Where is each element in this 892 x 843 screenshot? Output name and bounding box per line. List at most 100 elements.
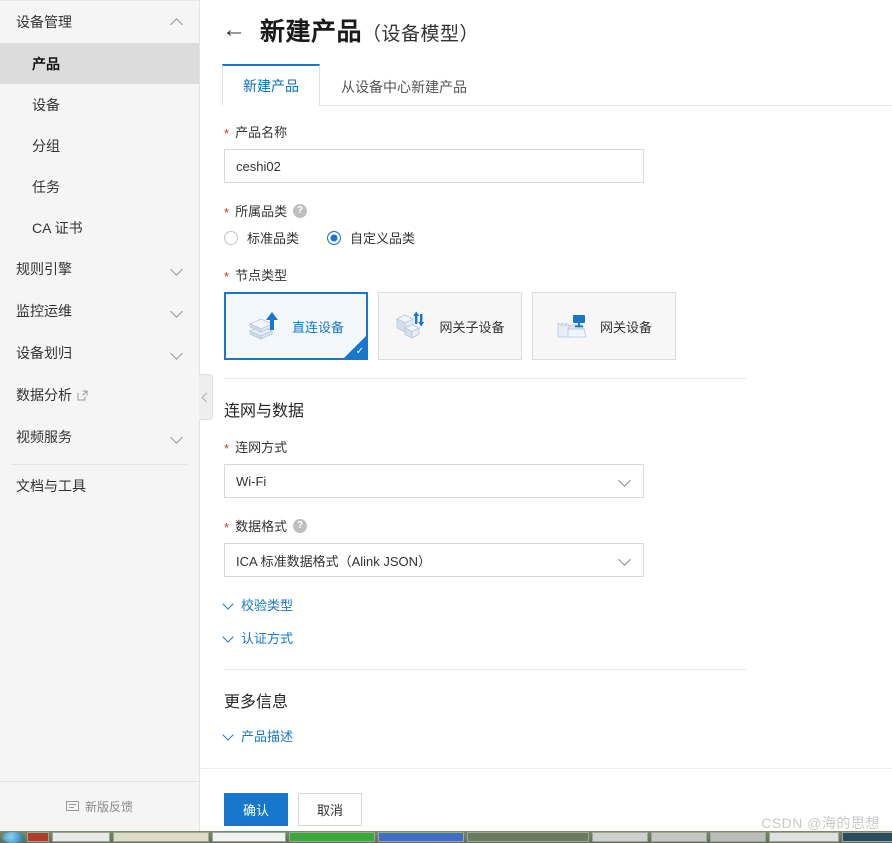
sidebar-group-label: 设备管理 (16, 14, 72, 30)
start-button-icon[interactable] (2, 831, 24, 843)
sidebar-group-label: 视频服务 (16, 429, 72, 445)
radio-label: 自定义品类 (350, 231, 416, 246)
node-type-card-group: 直连设备 ✓ 网关子设备 网关设备 (224, 292, 892, 360)
required-marker: * (224, 441, 230, 456)
sidebar-item-task[interactable]: 任务 (0, 166, 199, 207)
sidebar-group-label-wrap: 数据分析 (16, 385, 88, 405)
cancel-button[interactable]: 取消 (298, 793, 363, 826)
collapsible-label: 校验类型 (241, 598, 294, 613)
sidebar-group-label-wrap: 监控运维 (16, 301, 72, 321)
taskbar-item[interactable] (467, 832, 589, 842)
chevron-down-icon (224, 730, 235, 741)
chevron-down-icon (224, 599, 235, 610)
field-category: * 所属品类 ? 标准品类 自定义品类 (224, 201, 892, 247)
sidebar-item-product[interactable]: 产品 (0, 43, 199, 84)
radio-standard-category[interactable]: 标准品类 (224, 228, 299, 247)
sidebar-group-device-assignment[interactable]: 设备划归 (0, 332, 199, 374)
radio-circle-selected-icon (327, 230, 342, 245)
chevron-down-icon (171, 305, 183, 317)
sidebar-item-label: CA 证书 (32, 219, 83, 236)
watermark: CSDN @海的思想 (761, 815, 880, 831)
new-version-feedback-button[interactable]: 新版反馈 (0, 781, 199, 831)
node-type-label-row: * 节点类型 (224, 265, 892, 284)
node-type-label: 节点类型 (235, 268, 288, 283)
page-title: 新建产品（设备模型） (260, 12, 479, 48)
sidebar-nav: 设备管理 产品 设备 分组 任务 CA 证书 规则引擎 监控运维 设备划归 数据… (0, 1, 199, 781)
data-format-select[interactable]: ICA 标准数据格式（Alink JSON） (224, 543, 644, 577)
taskbar-item[interactable] (769, 832, 839, 842)
product-name-label-row: * 产品名称 (224, 122, 892, 141)
taskbar-item[interactable] (52, 832, 110, 842)
connect-method-label-row: * 连网方式 (224, 437, 892, 456)
data-format-value: ICA 标准数据格式（Alink JSON） (236, 553, 432, 569)
tab-new-from-device-center[interactable]: 从设备中心新建产品 (320, 66, 488, 106)
gateway-subdevice-icon (395, 311, 429, 341)
sidebar-group-device-management[interactable]: 设备管理 (0, 1, 199, 43)
sidebar-item-label: 产品 (32, 55, 60, 72)
sidebar-collapse-handle[interactable] (199, 374, 213, 420)
taskbar-item[interactable] (651, 832, 707, 842)
taskbar-item[interactable] (378, 832, 464, 842)
taskbar-item[interactable] (289, 832, 375, 842)
collapsible-verification-type[interactable]: 校验类型 (224, 595, 293, 614)
sidebar-item-group[interactable]: 分组 (0, 125, 199, 166)
page-title-sub: （设备模型） (362, 24, 480, 45)
section-divider-network (224, 378, 746, 379)
data-format-label-row: * 数据格式 ? (224, 516, 892, 535)
radio-label: 标准品类 (247, 231, 300, 246)
required-marker: * (224, 269, 230, 284)
sidebar-group-docs-tools[interactable]: 文档与工具 (0, 465, 199, 507)
confirm-button[interactable]: 确认 (224, 793, 289, 826)
category-radio-group: 标准品类 自定义品类 (224, 228, 892, 247)
field-data-format: * 数据格式 ? ICA 标准数据格式（Alink JSON） (224, 516, 892, 577)
check-icon: ✓ (355, 346, 364, 357)
sidebar-item-ca-certificate[interactable]: CA 证书 (0, 207, 199, 248)
section-divider-more (224, 669, 746, 670)
taskbar-item[interactable] (592, 832, 648, 842)
sidebar-group-rule-engine[interactable]: 规则引擎 (0, 248, 199, 290)
taskbar-item[interactable] (113, 832, 209, 842)
card-direct-device[interactable]: 直连设备 ✓ (224, 292, 368, 360)
radio-custom-category[interactable]: 自定义品类 (327, 228, 415, 247)
chevron-down-icon (620, 554, 632, 566)
sidebar-group-label: 监控运维 (16, 303, 72, 319)
card-label: 网关子设备 (439, 319, 505, 335)
tab-new-product[interactable]: 新建产品 (222, 64, 320, 106)
connect-method-value: Wi-Fi (236, 473, 267, 489)
question-mark-icon[interactable]: ? (293, 518, 308, 533)
sidebar-group-data-analysis[interactable]: 数据分析 (0, 374, 199, 416)
question-mark-icon[interactable]: ? (293, 203, 308, 218)
page-header: ← 新建产品（设备模型） (201, 0, 892, 48)
sidebar-group-label-wrap: 设备划归 (16, 343, 72, 363)
sidebar-group-video-service[interactable]: 视频服务 (0, 416, 199, 458)
product-name-label: 产品名称 (235, 125, 288, 140)
main-content: ← 新建产品（设备模型） 新建产品 从设备中心新建产品 * 产品名称 ceshi… (201, 0, 892, 831)
taskbar-item[interactable] (27, 832, 49, 842)
taskbar-item[interactable] (842, 832, 892, 842)
sidebar-group-label: 数据分析 (16, 387, 72, 403)
category-label: 所属品类 (235, 204, 288, 219)
taskbar-item[interactable] (212, 832, 286, 842)
category-label-row: * 所属品类 ? (224, 201, 892, 220)
sidebar-item-label: 分组 (32, 137, 60, 154)
sidebar-item-label: 设备 (32, 96, 60, 113)
connect-method-select[interactable]: Wi-Fi (224, 464, 644, 498)
tab-label: 从设备中心新建产品 (341, 79, 467, 95)
field-node-type: * 节点类型 直连设备 ✓ 网关子设备 网关设备 (224, 265, 892, 360)
chevron-down-icon (171, 431, 183, 443)
chevron-down-icon (171, 347, 183, 359)
connect-method-label: 连网方式 (235, 440, 288, 455)
product-name-input[interactable] (224, 149, 644, 183)
taskbar-item[interactable] (710, 832, 766, 842)
card-gateway-subdevice[interactable]: 网关子设备 (378, 292, 522, 360)
card-gateway-device[interactable]: 网关设备 (532, 292, 676, 360)
sidebar-group-monitoring[interactable]: 监控运维 (0, 290, 199, 332)
back-arrow-icon[interactable]: ← (222, 18, 246, 42)
feedback-label: 新版反馈 (84, 800, 133, 814)
collapsible-product-description[interactable]: 产品描述 (224, 726, 293, 745)
chevron-down-icon (620, 475, 632, 487)
sidebar-item-device[interactable]: 设备 (0, 84, 199, 125)
chevron-down-icon (171, 263, 183, 275)
collapsible-auth-method[interactable]: 认证方式 (224, 628, 293, 647)
confirm-button-label: 确认 (243, 803, 270, 818)
